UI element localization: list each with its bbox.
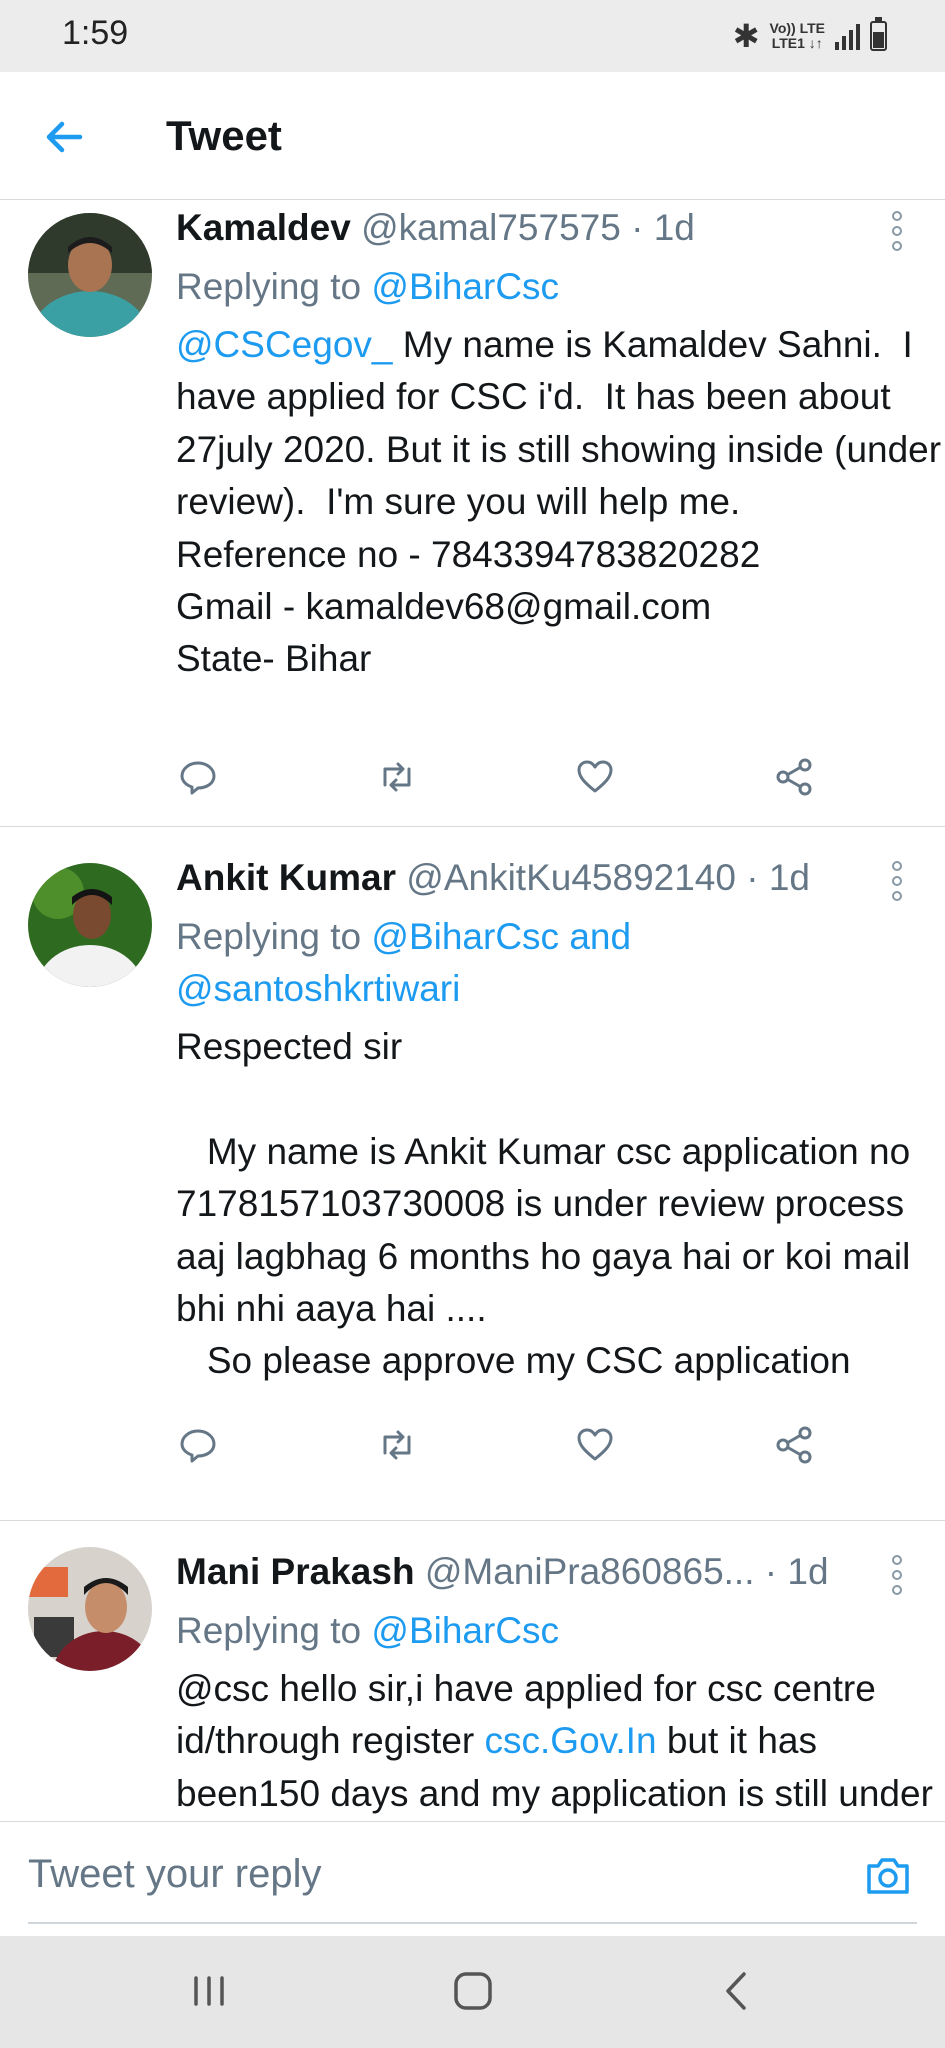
- network-indicator: Vo)) LTE LTE1 ↓↑: [770, 21, 825, 51]
- bluetooth-icon: ✱: [732, 18, 760, 54]
- more-options-icon[interactable]: [889, 1555, 905, 1595]
- tweet-header: Ankit Kumar @AnkitKu45892140 · 1d: [176, 851, 945, 911]
- user-handle[interactable]: @AnkitKu45892140 · 1d: [406, 857, 810, 898]
- tweet-header: Kamaldev @kamal757575 · 1d: [176, 201, 945, 261]
- status-bar: 1:59 ✱ Vo)) LTE LTE1 ↓↑: [0, 0, 945, 72]
- status-time: 1:59: [62, 14, 129, 52]
- tweet[interactable]: Mani Prakash @ManiPra860865... · 1d Repl…: [0, 1521, 945, 1821]
- like-icon[interactable]: [573, 1423, 617, 1467]
- retweet-icon[interactable]: [375, 755, 419, 799]
- replying-to: Replying to @BiharCsc and @santoshkrtiwa…: [176, 911, 945, 1015]
- status-icons: ✱ Vo)) LTE LTE1 ↓↑: [733, 14, 887, 58]
- avatar[interactable]: [28, 1547, 152, 1671]
- user-handle[interactable]: @kamal757575 · 1d: [361, 207, 695, 248]
- share-icon[interactable]: [772, 1423, 816, 1467]
- tweet[interactable]: Kamaldev @kamal757575 · 1d Replying to @…: [0, 201, 945, 827]
- reply-bar: Tweet your reply: [0, 1821, 945, 1936]
- reply-feed: Kamaldev @kamal757575 · 1d Replying to @…: [0, 201, 945, 1821]
- share-icon[interactable]: [772, 755, 816, 799]
- replying-prefix: Replying to: [176, 1610, 372, 1651]
- user-name[interactable]: Ankit Kumar: [176, 857, 396, 898]
- reply-input[interactable]: Tweet your reply: [28, 1852, 321, 1897]
- tweet-actions: [176, 1423, 816, 1473]
- tweet[interactable]: Ankit Kumar @AnkitKu45892140 · 1d Replyi…: [0, 827, 945, 1521]
- replying-prefix: Replying to: [176, 916, 372, 957]
- replying-to: Replying to @BiharCsc: [176, 1605, 945, 1657]
- tweet-body: Kamaldev @kamal757575 · 1d Replying to @…: [176, 201, 945, 686]
- user-handle[interactable]: @ManiPra860865... · 1d: [425, 1551, 829, 1592]
- replying-to-link[interactable]: @BiharCsc: [371, 266, 559, 307]
- more-options-icon[interactable]: [889, 211, 905, 251]
- back-arrow-icon[interactable]: [40, 112, 90, 162]
- network-top-label: Vo)) LTE: [769, 20, 825, 36]
- system-nav-bar: [0, 1936, 945, 2048]
- recent-apps-icon[interactable]: [184, 1966, 234, 2016]
- home-icon[interactable]: [448, 1966, 498, 2016]
- back-icon[interactable]: [712, 1966, 762, 2016]
- user-name[interactable]: Mani Prakash: [176, 1551, 415, 1592]
- camera-icon[interactable]: [863, 1850, 913, 1900]
- tweet-text: Respected sir My name is Ankit Kumar csc…: [176, 1026, 911, 1382]
- external-link[interactable]: csc.Gov.In: [485, 1720, 657, 1761]
- tweet-header: Mani Prakash @ManiPra860865... · 1d: [176, 1545, 945, 1605]
- battery-icon: [870, 17, 887, 51]
- replying-prefix: Replying to: [176, 266, 372, 307]
- tweet-text-body: My name is Kamaldev Sahni. I have applie…: [176, 324, 942, 680]
- mention-link[interactable]: @CSCegov_: [176, 324, 393, 365]
- like-icon[interactable]: [573, 755, 617, 799]
- signal-icon: [835, 22, 860, 50]
- tweet-text: @csc hello sir,i have applied for csc ce…: [176, 1663, 945, 1821]
- more-options-icon[interactable]: [889, 861, 905, 901]
- reply-divider: [28, 1922, 917, 1924]
- reply-icon[interactable]: [176, 755, 220, 799]
- tweet-text: @CSCegov_ My name is Kamaldev Sahni. I h…: [176, 319, 945, 686]
- replying-to: Replying to @BiharCsc: [176, 261, 945, 313]
- header: Tweet: [0, 72, 945, 200]
- reply-icon[interactable]: [176, 1423, 220, 1467]
- avatar[interactable]: [28, 863, 152, 987]
- page-title: Tweet: [166, 112, 282, 159]
- tweet-body: Ankit Kumar @AnkitKu45892140 · 1d Replyi…: [176, 851, 945, 1388]
- retweet-icon[interactable]: [375, 1423, 419, 1467]
- network-bottom-label: LTE1 ↓↑: [771, 35, 823, 51]
- replying-to-link[interactable]: @BiharCsc: [371, 1610, 559, 1651]
- user-name[interactable]: Kamaldev: [176, 207, 351, 248]
- tweet-body: Mani Prakash @ManiPra860865... · 1d Repl…: [176, 1545, 945, 1821]
- tweet-actions: [176, 755, 816, 805]
- avatar[interactable]: [28, 213, 152, 337]
